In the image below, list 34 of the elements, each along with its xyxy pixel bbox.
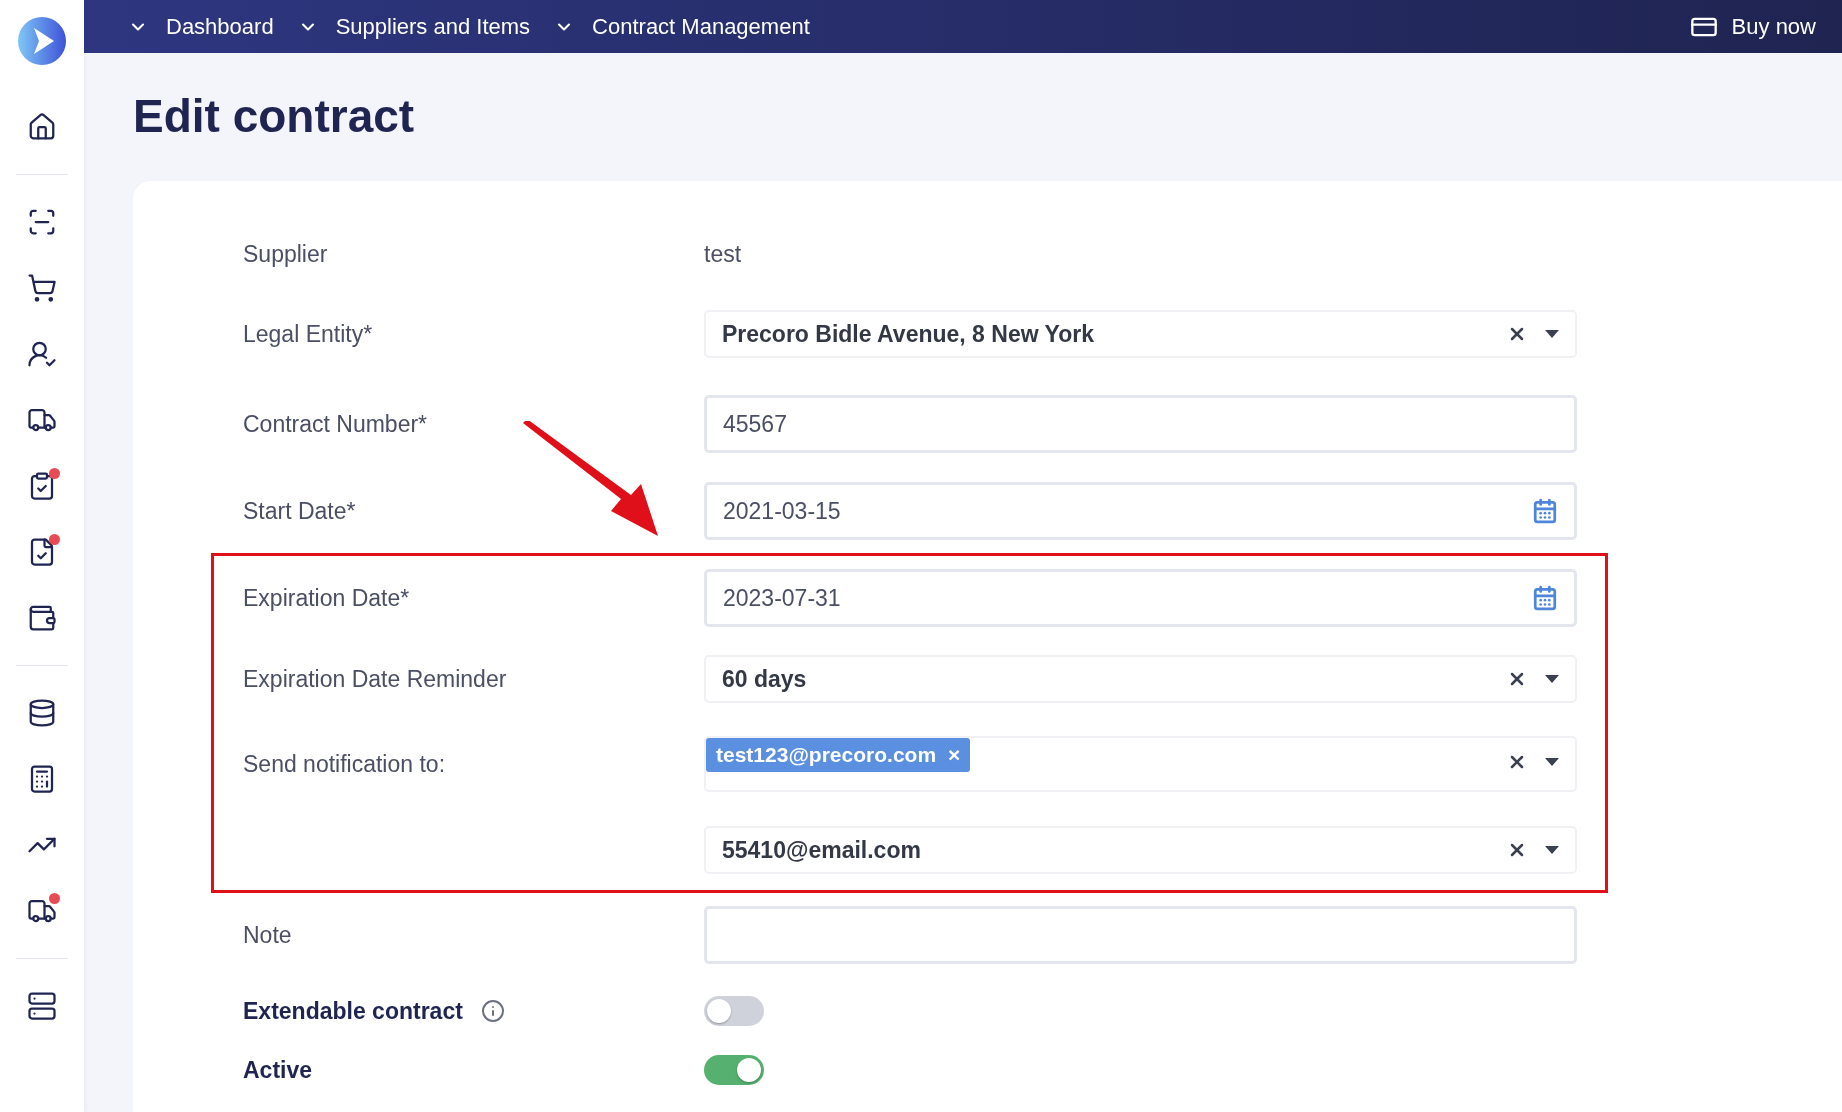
nav-menu[interactable]: Contract Management xyxy=(554,13,810,40)
select-field[interactable]: 55410@email.com xyxy=(704,826,1577,874)
dropdown-caret-icon[interactable] xyxy=(1545,330,1559,338)
calendar-icon[interactable] xyxy=(1532,498,1558,524)
email-tag: test123@precoro.com × xyxy=(706,738,971,772)
field-label: Start Date* xyxy=(243,497,356,525)
date-field[interactable]: 2023-07-31 xyxy=(704,569,1577,627)
info-icon[interactable] xyxy=(480,999,505,1023)
dropdown-caret-icon[interactable] xyxy=(1545,758,1559,766)
nav-menu[interactable]: Suppliers and Items xyxy=(297,13,531,40)
field-label: Supplier xyxy=(243,240,328,268)
supplier-value: test xyxy=(704,240,742,268)
field-label: Expiration Date Reminder xyxy=(243,665,507,693)
nav-menu[interactable]: Dashboard xyxy=(128,13,274,40)
input-field[interactable] xyxy=(704,906,1577,964)
buy-now-button[interactable]: Buy now xyxy=(1689,12,1816,41)
field-label: Contract Number* xyxy=(243,410,428,438)
field-label: Note xyxy=(243,921,292,949)
app-logo[interactable] xyxy=(17,16,67,66)
calendar-icon[interactable] xyxy=(1532,585,1558,611)
select-field[interactable]: Precoro Bidle Avenue, 8 New York xyxy=(704,310,1577,358)
date-field[interactable]: 2021-03-15 xyxy=(704,482,1577,540)
input-field[interactable]: 45567 xyxy=(704,395,1577,453)
field-label: Send notification to: xyxy=(243,750,446,778)
toggle-switch[interactable] xyxy=(704,1055,764,1085)
page-title: Edit contract xyxy=(133,89,416,143)
field-label: Active xyxy=(243,1056,313,1084)
toggle-switch[interactable] xyxy=(704,996,764,1026)
select-field[interactable]: 60 days xyxy=(704,655,1577,703)
dropdown-caret-icon[interactable] xyxy=(1545,675,1559,683)
field-label: Extendable contract xyxy=(243,997,463,1025)
field-label: Expiration Date* xyxy=(243,584,410,612)
field-label: Legal Entity* xyxy=(243,320,373,348)
dropdown-caret-icon[interactable] xyxy=(1545,846,1559,854)
